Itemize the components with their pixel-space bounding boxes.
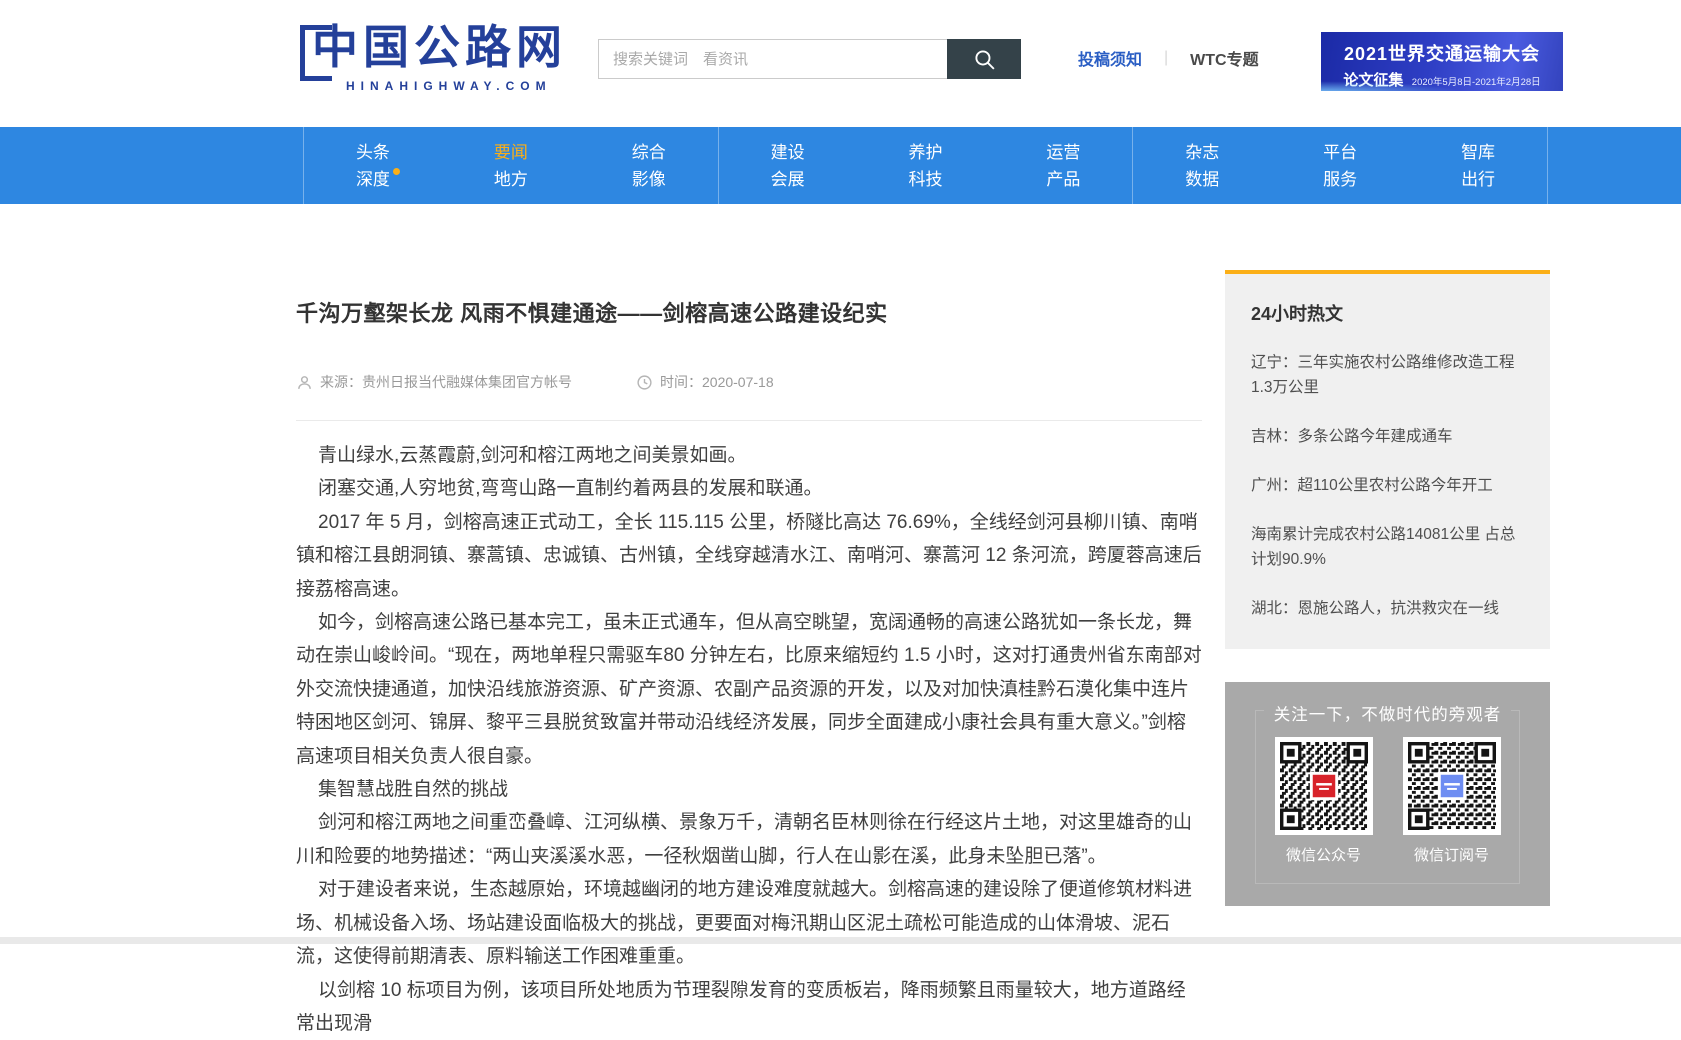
submission-guide-link[interactable]: 投稿须知 (1078, 46, 1142, 70)
nav-col-要闻: 要闻地方 (442, 127, 580, 204)
logo-bracket-icon (300, 25, 332, 81)
banner-title: 2021世界交通运输大会 (1321, 40, 1563, 66)
footer-strip (0, 937, 1681, 944)
notification-dot (393, 168, 400, 175)
banner-date: 2020年5月8日-2021年2月28日 (1412, 77, 1541, 88)
qr-code-image (1275, 737, 1373, 835)
site-header: 中国公路网 HINAHIGHWAY.COM 投稿须知 | WTC专题 2021世… (0, 0, 1681, 127)
article-paragraph: 以剑榕 10 标项目为例，该项目所处地质为节理裂隙发育的变质板岩，降雨频繁且雨量… (296, 974, 1202, 1040)
qr-label: 微信订阅号 (1403, 844, 1501, 865)
nav-link-综合[interactable]: 综合 (632, 144, 666, 161)
hot-list-item[interactable]: 湖北：恩施公路人，抗洪救灾在一线 (1251, 596, 1524, 621)
nav-link-养护[interactable]: 养护 (909, 144, 943, 161)
nav-col-建设: 建设会展 (719, 127, 857, 204)
banner-call-for-papers: 论文征集 (1343, 72, 1403, 89)
qr-card-official: 微信公众号 (1275, 737, 1373, 865)
article-time: 时间：2020-07-18 (636, 372, 774, 392)
hot-list-item[interactable]: 辽宁：三年实施农村公路维修改造工程1.3万公里 (1251, 350, 1524, 400)
qr-label: 微信公众号 (1275, 844, 1373, 865)
qr-row: 微信公众号 (1256, 737, 1519, 865)
search-button[interactable] (947, 39, 1021, 79)
search-bar (598, 39, 1021, 79)
nav-link-要闻[interactable]: 要闻 (494, 144, 528, 161)
nav-link-出行[interactable]: 出行 (1461, 171, 1495, 188)
site-logo-title: 中国公路网 (300, 18, 600, 76)
search-input[interactable] (598, 39, 947, 79)
follow-title: 关注一下，不做时代的旁观者 (1256, 701, 1519, 725)
nav-group: 杂志数据平台服务智库出行 (1132, 127, 1548, 204)
qr-code-image (1403, 737, 1501, 835)
nav-link-地方[interactable]: 地方 (494, 171, 528, 188)
source-text: 来源：贵州日报当代融媒体集团官方帐号 (320, 372, 572, 392)
article-paragraph: 青山绿水,云蒸霞蔚,剑河和榕江两地之间美景如画。 (296, 439, 1202, 472)
nav-col-运营: 运营产品 (994, 127, 1132, 204)
follow-inner: 关注一下，不做时代的旁观者 (1255, 710, 1520, 884)
nav-link-建设[interactable]: 建设 (771, 144, 805, 161)
hot-list-item[interactable]: 海南累计完成农村公路14081公里 占总计划90.9% (1251, 522, 1524, 572)
search-icon (972, 47, 997, 72)
article-source: 来源：贵州日报当代融媒体集团官方帐号 (296, 372, 572, 392)
site-logo[interactable]: 中国公路网 HINAHIGHWAY.COM (300, 18, 600, 93)
hot-articles-box: 24小时热文 辽宁：三年实施农村公路维修改造工程1.3万公里吉林：多条公路今年建… (1225, 270, 1550, 649)
nav-col-综合: 综合影像 (580, 127, 718, 204)
hot-articles-title: 24小时热文 (1251, 300, 1524, 326)
nav-link-科技[interactable]: 科技 (909, 171, 943, 188)
nav-link-运营[interactable]: 运营 (1046, 144, 1080, 161)
meta-divider (296, 420, 1202, 421)
time-text: 时间：2020-07-18 (660, 372, 774, 392)
nav-group: 头条深度要闻地方综合影像 (303, 127, 718, 204)
hot-list-item[interactable]: 吉林：多条公路今年建成通车 (1251, 424, 1524, 449)
article-meta: 来源：贵州日报当代融媒体集团官方帐号 时间：2020-07-18 (296, 372, 1202, 392)
nav-link-产品[interactable]: 产品 (1046, 171, 1080, 188)
nav-link-数据[interactable]: 数据 (1185, 171, 1219, 188)
site-logo-subtitle: HINAHIGHWAY.COM (346, 79, 600, 93)
article-paragraph: 集智慧战胜自然的挑战 (296, 773, 1202, 806)
nav-link-平台[interactable]: 平台 (1323, 144, 1357, 161)
nav-col-养护: 养护科技 (857, 127, 995, 204)
hot-list-item[interactable]: 广州：超110公里农村公路今年开工 (1251, 473, 1524, 498)
article-paragraph: 2017 年 5 月，剑榕高速正式动工，全长 115.115 公里，桥隧比高达 … (296, 506, 1202, 606)
main-nav-groups: 头条深度要闻地方综合影像建设会展养护科技运营产品杂志数据平台服务智库出行 (303, 127, 1548, 204)
article-paragraph: 闭塞交通,人穷地贫,弯弯山路一直制约着两县的发展和联通。 (296, 472, 1202, 505)
article: 千沟万壑架长龙 风雨不惧建通途——剑榕高速公路建设纪实 来源：贵州日报当代融媒体… (296, 204, 1202, 1040)
sidebar: 24小时热文 辽宁：三年实施农村公路维修改造工程1.3万公里吉林：多条公路今年建… (1225, 270, 1550, 906)
nav-link-会展[interactable]: 会展 (771, 171, 805, 188)
main-nav: 头条深度要闻地方综合影像建设会展养护科技运营产品杂志数据平台服务智库出行 (0, 127, 1681, 204)
hot-list: 辽宁：三年实施农村公路维修改造工程1.3万公里吉林：多条公路今年建成通车广州：超… (1251, 350, 1524, 621)
nav-link-智库[interactable]: 智库 (1461, 144, 1495, 161)
nav-col-杂志: 杂志数据 (1133, 127, 1271, 204)
nav-group: 建设会展养护科技运营产品 (718, 127, 1133, 204)
nav-link-服务[interactable]: 服务 (1323, 171, 1357, 188)
article-body: 青山绿水,云蒸霞蔚,剑河和榕江两地之间美景如画。闭塞交通,人穷地贫,弯弯山路一直… (296, 439, 1202, 1040)
nav-link-影像[interactable]: 影像 (632, 171, 666, 188)
qr-card-subscription: 微信订阅号 (1403, 737, 1501, 865)
clock-icon (636, 374, 653, 391)
main-content: 千沟万壑架长龙 风雨不惧建通途——剑榕高速公路建设纪实 来源：贵州日报当代融媒体… (0, 204, 1681, 1040)
ad-banner[interactable]: 2021世界交通运输大会 论文征集 2020年5月8日-2021年2月28日 (1321, 32, 1563, 91)
nav-col-平台: 平台服务 (1271, 127, 1409, 204)
follow-title-text: 关注一下，不做时代的旁观者 (1264, 706, 1512, 724)
article-paragraph: 剑河和榕江两地之间重峦叠嶂、江河纵横、景象万千，清朝名臣林则徐在行经这片土地，对… (296, 806, 1202, 873)
page-title: 千沟万壑架长龙 风雨不惧建通途——剑榕高速公路建设纪实 (296, 296, 1202, 328)
site-logo-text: 中国公路网 (312, 21, 567, 73)
banner-subtitle: 论文征集 2020年5月8日-2021年2月28日 (1321, 69, 1563, 90)
nav-col-智库: 智库出行 (1409, 127, 1547, 204)
article-paragraph: 对于建设者来说，生态越原始，环境越幽闭的地方建设难度就越大。剑榕高速的建设除了便… (296, 873, 1202, 973)
follow-box: 关注一下，不做时代的旁观者 (1225, 682, 1550, 906)
user-icon (296, 374, 313, 391)
nav-link-杂志[interactable]: 杂志 (1185, 144, 1219, 161)
page: { "header": { "logo": { "title": "中国公路网"… (0, 0, 1681, 944)
header-links: 投稿须知 | WTC专题 (1078, 46, 1259, 70)
nav-link-头条[interactable]: 头条 (356, 144, 390, 161)
links-separator: | (1164, 49, 1168, 67)
wtc-topic-link[interactable]: WTC专题 (1190, 46, 1258, 70)
nav-link-深度[interactable]: 深度 (356, 171, 390, 188)
article-paragraph: 如今，剑榕高速公路已基本完工，虽未正式通车，但从高空眺望，宽阔通畅的高速公路犹如… (296, 606, 1202, 773)
nav-col-头条: 头条深度 (304, 127, 442, 204)
